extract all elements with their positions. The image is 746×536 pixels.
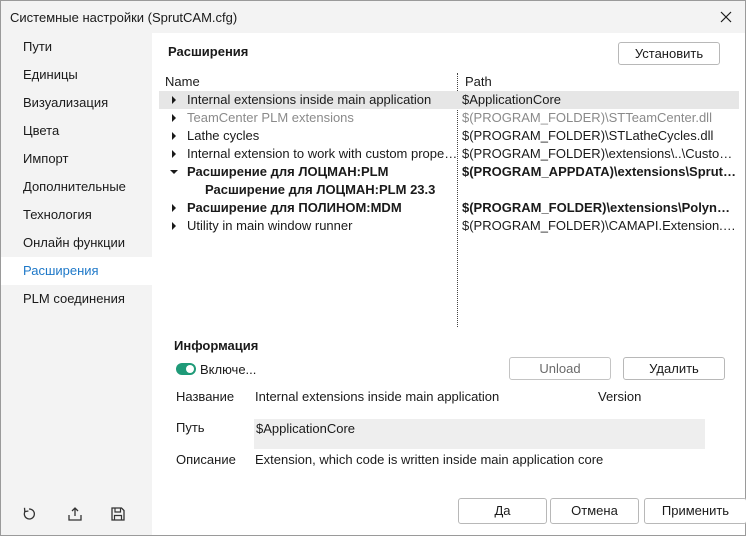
save-button[interactable] — [107, 503, 129, 525]
name-label: Название — [176, 389, 235, 404]
extension-name: Internal extension to work with custom p… — [187, 146, 459, 161]
extension-path: $(PROGRAM_FOLDER)\CAMAPI.Extension.Utili… — [462, 218, 737, 233]
sidebar-item-additional[interactable]: Дополнительные — [1, 173, 152, 201]
sidebar: Пути Единицы Визуализация Цвета Импорт Д… — [1, 33, 152, 535]
toggle-knob — [186, 365, 194, 373]
enabled-toggle[interactable] — [176, 363, 196, 375]
description-value: Extension, which code is written inside … — [255, 452, 604, 467]
extension-name: Internal extensions inside main applicat… — [187, 92, 432, 107]
export-icon — [68, 507, 82, 521]
tree-row[interactable]: Internal extensions inside main applicat… — [159, 91, 739, 109]
column-header-path[interactable]: Path — [465, 74, 492, 89]
expand-arrow-icon[interactable] — [170, 204, 178, 212]
name-value: Internal extensions inside main applicat… — [255, 389, 500, 404]
tree-row[interactable]: Расширение для ЛОЦМАН:PLM $(PROGRAM_APPD… — [159, 163, 739, 181]
tree-row-child[interactable]: Расширение для ЛОЦМАН:PLM 23.3 — [159, 181, 739, 199]
extension-name: TeamCenter PLM extensions — [187, 110, 354, 125]
sidebar-item-import[interactable]: Импорт — [1, 145, 152, 173]
info-title: Информация — [174, 338, 259, 353]
extension-path: $(PROGRAM_FOLDER)\STTeamCenter.dll — [462, 110, 712, 125]
column-header-name[interactable]: Name — [165, 74, 200, 89]
extension-name: Lathe cycles — [187, 128, 260, 143]
sidebar-toolbar — [1, 503, 152, 525]
tree-row[interactable]: Расширение для ПОЛИНОМ:MDM $(PROGRAM_FOL… — [159, 199, 739, 217]
path-value: $ApplicationCore — [256, 421, 356, 436]
path-field[interactable]: $ApplicationCore — [254, 419, 705, 449]
tree-row[interactable]: Internal extension to work with custom p… — [159, 145, 739, 163]
expand-arrow-icon[interactable] — [170, 114, 178, 122]
close-button[interactable] — [713, 5, 739, 29]
tree-row[interactable]: Utility in main window runner $(PROGRAM_… — [159, 217, 739, 235]
section-title: Расширения — [168, 44, 249, 59]
enabled-label[interactable]: Включе... — [200, 362, 256, 377]
version-label: Version — [598, 389, 642, 404]
reset-button[interactable] — [18, 503, 40, 525]
extension-name: Utility in main window runner — [187, 218, 353, 233]
title-bar[interactable]: Системные настройки (SprutCAM.cfg) — [1, 1, 745, 33]
delete-button[interactable]: Удалить — [623, 357, 725, 380]
expand-arrow-icon[interactable] — [170, 150, 178, 158]
extension-name: Расширение для ЛОЦМАН:PLM — [187, 164, 389, 179]
tree-row[interactable]: Lathe cycles $(PROGRAM_FOLDER)\STLatheCy… — [159, 127, 739, 145]
extension-name: Расширение для ПОЛИНОМ:MDM — [187, 200, 402, 215]
close-icon — [720, 11, 732, 23]
sidebar-item-paths[interactable]: Пути — [1, 33, 152, 61]
sidebar-item-online[interactable]: Онлайн функции — [1, 229, 152, 257]
extension-path: $(PROGRAM_FOLDER)\extensions\..\CustomPr… — [462, 146, 737, 161]
extension-path: $(PROGRAM_APPDATA)\extensions\SprutTechL… — [462, 164, 737, 179]
extension-name: Расширение для ЛОЦМАН:PLM 23.3 — [205, 182, 436, 197]
reset-icon — [23, 507, 35, 520]
path-label: Путь — [176, 420, 205, 435]
extension-path: $(PROGRAM_FOLDER)\STLatheCycles.dll — [462, 128, 714, 143]
window-title: Системные настройки (SprutCAM.cfg) — [10, 10, 238, 25]
collapse-arrow-icon[interactable] — [170, 168, 178, 176]
extensions-panel: Расширения Установить Name Path Internal… — [152, 33, 746, 535]
expand-arrow-icon[interactable] — [170, 222, 178, 230]
expand-arrow-icon[interactable] — [170, 96, 178, 104]
settings-dialog: Системные настройки (SprutCAM.cfg) Пути … — [0, 0, 746, 536]
description-label: Описание — [176, 452, 236, 467]
cancel-button[interactable]: Отмена — [550, 498, 639, 524]
sidebar-item-visualization[interactable]: Визуализация — [1, 89, 152, 117]
extension-path: $ApplicationCore — [462, 92, 562, 107]
tree-row[interactable]: TeamCenter PLM extensions $(PROGRAM_FOLD… — [159, 109, 739, 127]
ok-button[interactable]: Да — [458, 498, 547, 524]
sidebar-item-plm[interactable]: PLM соединения — [1, 285, 152, 313]
export-button[interactable] — [64, 503, 86, 525]
save-icon — [111, 507, 125, 521]
install-button[interactable]: Установить — [618, 42, 720, 65]
sidebar-item-units[interactable]: Единицы — [1, 61, 152, 89]
sidebar-item-colors[interactable]: Цвета — [1, 117, 152, 145]
unload-button[interactable]: Unload — [509, 357, 611, 380]
sidebar-item-extensions[interactable]: Расширения — [1, 257, 152, 285]
apply-button[interactable]: Применить — [644, 498, 746, 524]
expand-arrow-icon[interactable] — [170, 132, 178, 140]
extension-path: $(PROGRAM_FOLDER)\extensions\Polynom.dll — [462, 200, 737, 215]
sidebar-item-technology[interactable]: Технология — [1, 201, 152, 229]
